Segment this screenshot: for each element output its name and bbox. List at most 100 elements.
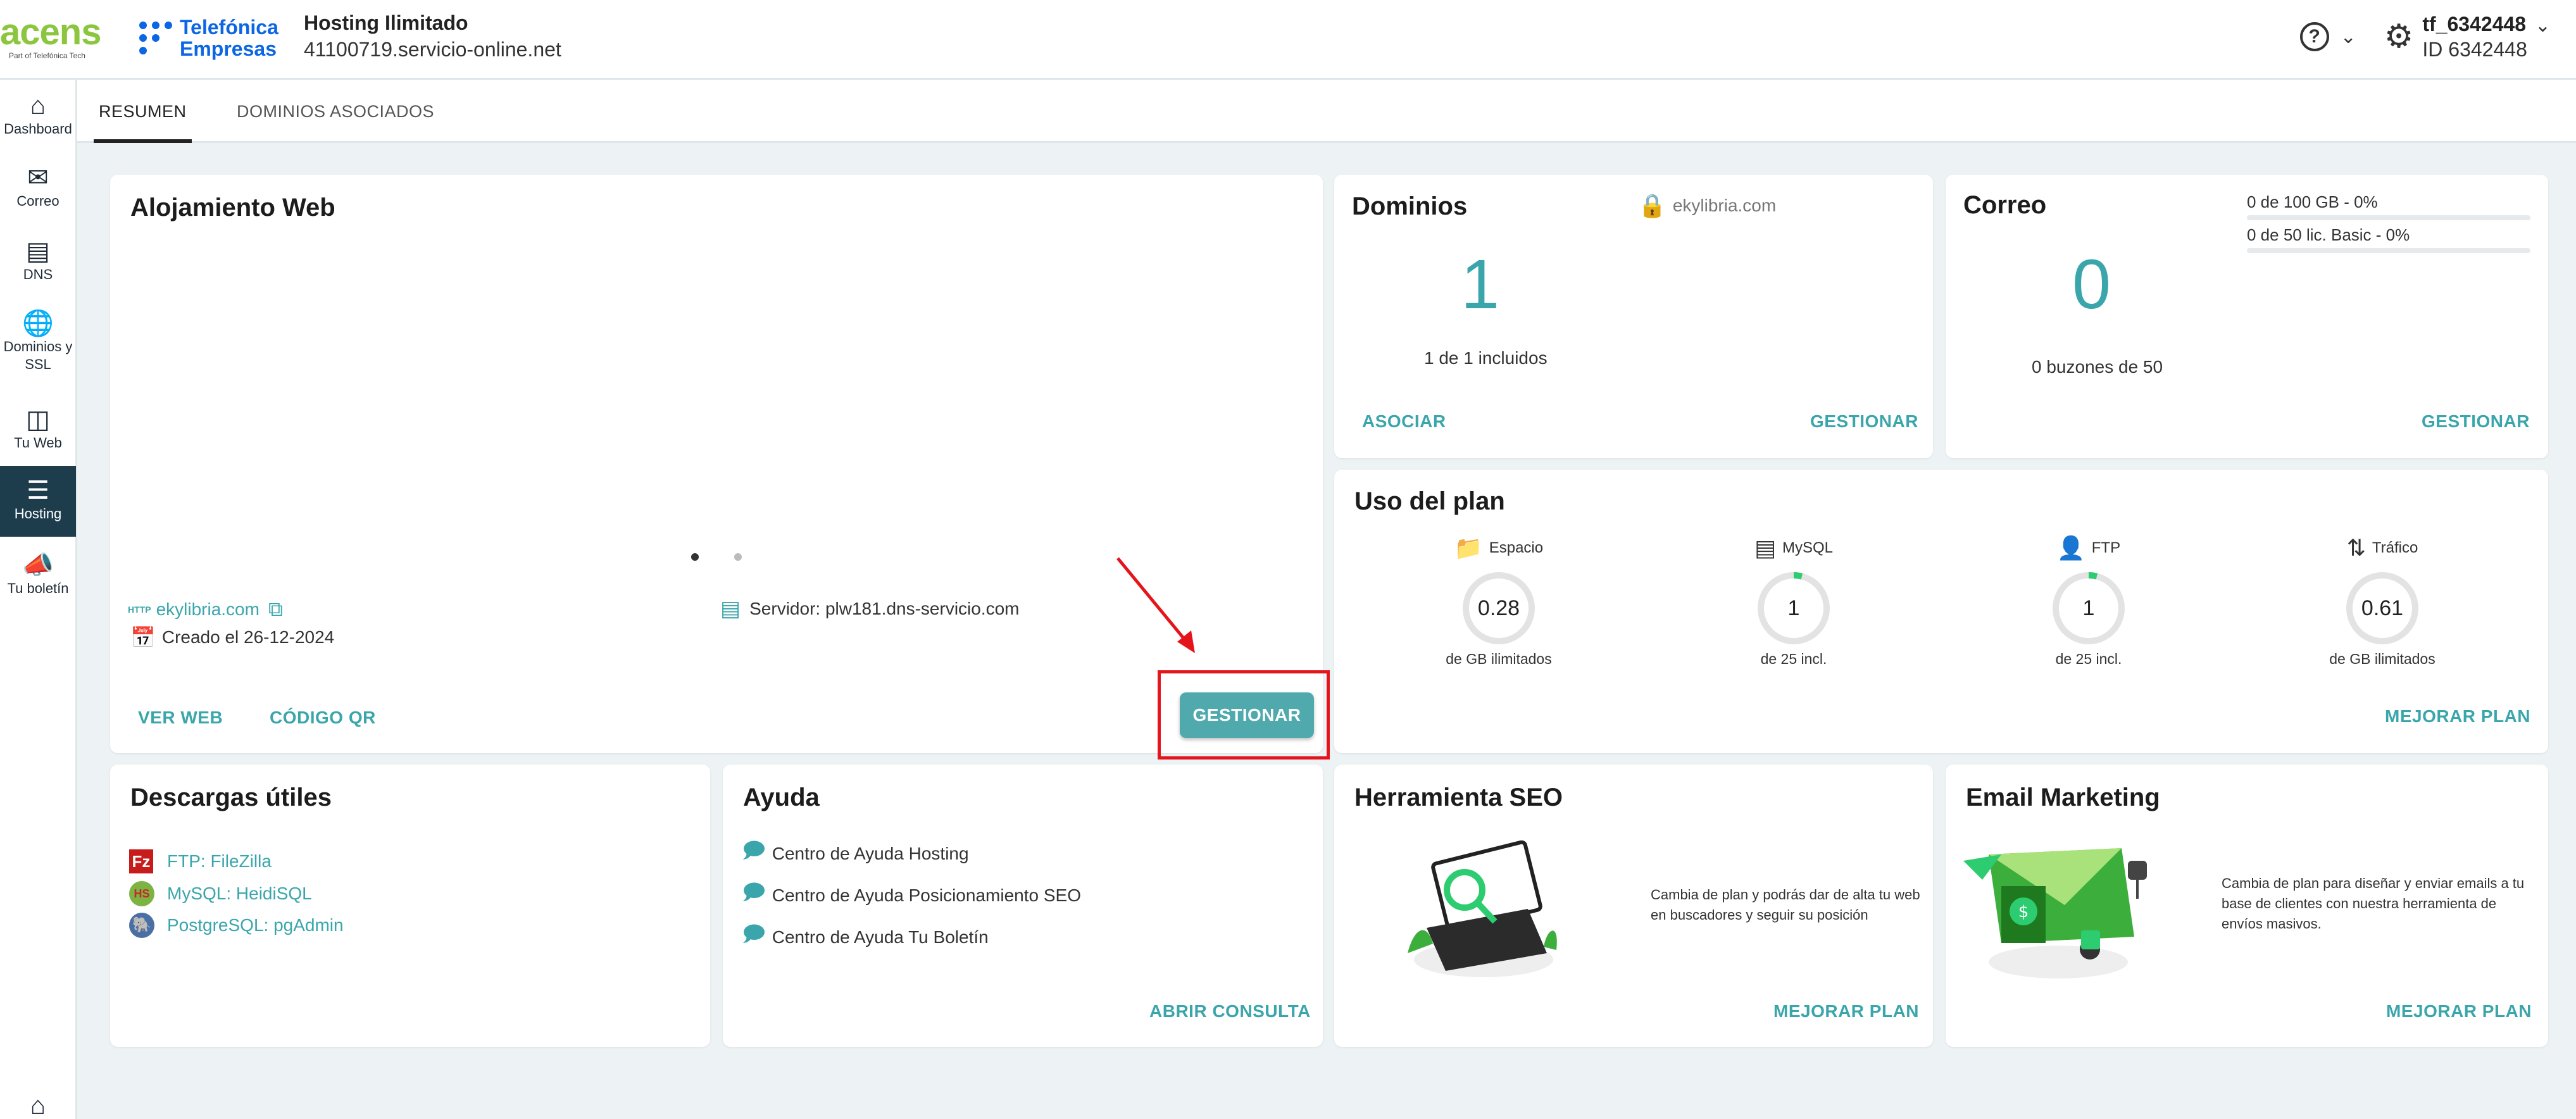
gestionar-hosting-button[interactable]: GESTIONAR [1180,692,1314,738]
help-link-seo[interactable]: 🗩 Centro de Ayuda Posicionamiento SEO [742,877,1081,913]
seo-promo-line2: en buscadores y seguir su posición [1651,907,1868,923]
ver-web-link[interactable]: VER WEB [138,708,223,728]
sidebar-item-dns[interactable]: ▤ DNS [0,237,76,289]
download-pgadmin[interactable]: 🐘 PostgreSQL: pgAdmin [129,913,344,938]
mail-icon: ✉ [27,164,49,192]
storage-usage: 0 de 100 GB - 0% [2247,192,2378,211]
telefonica-line2: Empresas [180,37,277,60]
domain-link-row: HTTP ekylibria.com ⧉ [128,597,283,622]
sidebar-item-label: Tu Web [14,435,62,451]
sidebar-item-hosting[interactable]: ☰ Hosting [0,466,76,537]
server-icon: ▤ [720,597,741,621]
help-icon: ? [2299,22,2329,51]
hosting-icon: ☰ [27,477,49,504]
gauge-ring: 0.28 [1460,570,1537,647]
gear-icon[interactable]: ⚙ [2384,19,2414,54]
descargas-card: Descargas útiles Fz FTP: FileZilla HS My… [110,765,710,1047]
tab-resumen[interactable]: RESUMEN [94,80,192,143]
seo-promo-line1: Cambia de plan y podrás dar de alta tu w… [1651,887,1920,903]
help-menu-button[interactable]: ? ⌄ [2299,22,2356,51]
acens-logo-word: acens [0,11,101,53]
created-date: Creado el 26-12-2024 [161,627,335,647]
sidebar-item-label: Dashboard [4,121,72,137]
external-link-icon[interactable]: ⧉ [268,597,283,622]
email-promo-line3: envíos masivos. [2222,916,2322,932]
postgresql-icon: 🐘 [129,913,154,938]
sidebar-item-label: Hosting [14,506,62,522]
help-link-label: Centro de Ayuda Tu Boletín [772,927,989,947]
gauge-value: 1 [1787,596,1800,620]
dns-icon: ▤ [26,237,50,265]
chevron-down-icon: ⌄ [2340,26,2356,47]
tab-dominios-asociados[interactable]: DOMINIOS ASOCIADOS [237,80,434,143]
gauge-mysql: ▤ MySQL 1 de 25 incl. [1699,535,1889,668]
calendar-icon: 📅 [130,626,156,649]
card-title: Dominios [1352,192,1468,220]
license-usage: 0 de 50 lic. Basic - 0% [2247,225,2410,244]
download-label: PostgreSQL: pgAdmin [167,915,344,935]
gauge-value: 0.61 [2361,596,2404,620]
mejorar-plan-seo-link[interactable]: MEJORAR PLAN [1773,1001,1919,1022]
home-icon[interactable]: ⌂ [0,1091,76,1119]
site-title: Hosting Ilimitado 41100719.servicio-onli… [304,10,561,63]
gauge-value: 1 [2082,596,2095,620]
correo-card: Correo 0 de 100 GB - 0% 0 de 50 lic. Bas… [1946,175,2548,458]
download-label: MySQL: HeidiSQL [167,884,312,903]
asociar-link[interactable]: ASOCIAR [1362,411,1446,432]
sidebar-item-label: DNS [23,266,53,282]
download-heidisql[interactable]: HS MySQL: HeidiSQL [129,881,312,906]
site-hostname: 41100719.servicio-online.net [304,38,561,61]
sidebar-item-correo[interactable]: ✉ Correo [0,163,76,215]
email-promo-line1: Cambia de plan para diseñar y enviar ema… [2222,875,2525,891]
codigo-qr-link[interactable]: CÓDIGO QR [270,708,376,728]
card-title: Correo [1963,191,2047,219]
sidebar: ⌂ Dashboard ✉ Correo ▤ DNS 🌐 Dominios y … [0,80,77,1119]
user-name: tf_6342448 [2422,13,2527,35]
gauge-label: MySQL [1782,539,1834,556]
mejorar-plan-link[interactable]: MEJORAR PLAN [2385,706,2530,727]
home-icon: ⌂ [30,92,46,120]
gestionar-dominios-link[interactable]: GESTIONAR [1810,411,1918,432]
sidebar-item-dashboard[interactable]: ⌂ Dashboard [0,91,76,143]
chat-icon: 🗩 [742,880,766,904]
user-menu[interactable]: tf_6342448 ID 6342448 [2422,11,2527,62]
http-badge: HTTP [128,604,151,615]
heidisql-icon: HS [129,881,154,906]
acens-logo[interactable]: acens Part of Telefónica Tech [0,14,101,61]
seo-card: Herramienta SEO Cambia de plan y podrás … [1334,765,1933,1047]
sidebar-item-tu-boletin[interactable]: 📣 Tu boletín [0,551,76,603]
gestionar-correo-link[interactable]: GESTIONAR [2422,411,2530,432]
carousel-dot[interactable] [734,553,742,561]
person-icon: 👤 [2056,535,2085,561]
abrir-consulta-link[interactable]: ABRIR CONSULTA [1149,1001,1311,1022]
domains-included: 1 de 1 incluidos [1424,348,1547,368]
download-filezilla[interactable]: Fz FTP: FileZilla [129,849,272,873]
sidebar-item-dominios-ssl[interactable]: 🌐 Dominios y SSL [0,309,76,377]
gauge-value: 0.28 [1477,596,1520,620]
domain-link[interactable]: ekylibria.com [156,599,259,620]
created-row: 📅 Creado el 26-12-2024 [130,625,334,649]
sidebar-item-tu-web[interactable]: ◫ Tu Web [0,405,76,457]
domains-count: 1 [1461,246,1500,323]
mailboxes-text: 0 buzones de 50 [2032,357,2163,377]
help-link-label: Centro de Ayuda Posicionamiento SEO [772,885,1081,905]
database-icon: ▤ [1754,535,1776,561]
email-marketing-card: Email Marketing $ Cambia de plan para di… [1946,765,2548,1047]
gauge-espacio: 📁 Espacio 0.28 de GB ilimitados [1404,535,1594,668]
carousel-dot-active[interactable] [691,553,699,561]
annotation-arrow [1116,557,1195,653]
uso-del-plan-card: Uso del plan 📁 Espacio 0.28 de GB ilimita… [1334,470,2548,753]
filezilla-icon: Fz [129,849,153,873]
mejorar-plan-email-link[interactable]: MEJORAR PLAN [2386,1001,2532,1022]
help-link-boletin[interactable]: 🗩 Centro de Ayuda Tu Boletín [742,919,989,955]
mailboxes-count: 0 [2072,246,2111,323]
card-title: Herramienta SEO [1354,784,1563,811]
card-title: Uso del plan [1354,487,1505,515]
card-title: Descargas útiles [130,784,332,811]
help-link-hosting[interactable]: 🗩 Centro de Ayuda Hosting [742,835,969,872]
chevron-down-icon[interactable]: ⌄ [2535,15,2551,37]
storage-bar [2247,215,2530,220]
telefonica-dots-icon [139,22,172,54]
alojamiento-web-card: Alojamiento Web HTTP ekylibria.com ⧉ 📅 C… [110,175,1323,753]
gauge-caption: de GB ilimitados [1446,651,1552,667]
